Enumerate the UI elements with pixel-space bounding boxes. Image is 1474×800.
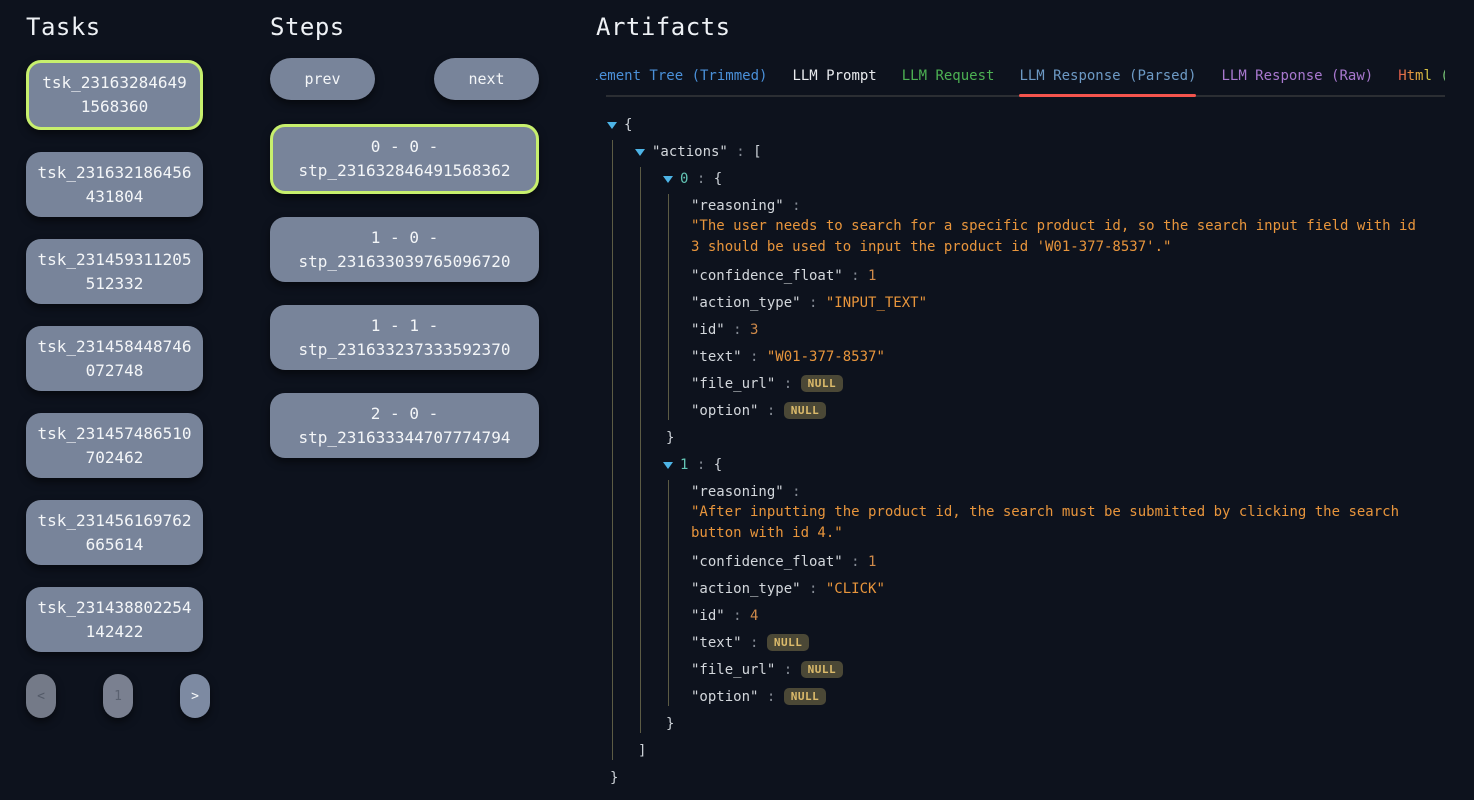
artifacts-panel: Artifacts Element Tree (Trimmed)LLM Prom…: [596, 0, 1445, 800]
step-nav: prev next: [270, 58, 539, 100]
app-root: Tasks tsk_231632846491568360 tsk_23163218…: [0, 0, 1474, 800]
json-children: "reasoning" :"After inputting the produc…: [663, 478, 1445, 710]
json-row: "file_url" : NULL: [691, 656, 1445, 683]
tab-llm-response-raw[interactable]: LLM Response (Raw): [1221, 68, 1373, 95]
pagination-page-1-button[interactable]: 1: [103, 674, 133, 718]
task-button[interactable]: tsk_231438802254142422: [26, 587, 203, 652]
json-children: "actions" : [0 : {"reasoning" :"The user…: [607, 138, 1445, 764]
json-row: "reasoning" :: [691, 478, 1445, 505]
tasks-pagination: < 1 >: [26, 674, 210, 718]
tab-llm-response-parsed[interactable]: LLM Response (Parsed): [1019, 68, 1196, 95]
json-row: "text" : "W01-377-8537": [691, 343, 1445, 370]
json-row: "confidence_float" : 1: [691, 548, 1445, 575]
json-row: "id" : 3: [691, 316, 1445, 343]
json-row: }: [607, 764, 1445, 791]
json-row: "id" : 4: [691, 602, 1445, 629]
step-button[interactable]: 0 - 0 - stp_231632846491568362: [270, 124, 539, 194]
tab-llm-prompt[interactable]: LLM Prompt: [792, 68, 876, 95]
null-badge: NULL: [767, 634, 810, 651]
json-row: }: [663, 710, 1445, 737]
null-badge: NULL: [784, 402, 827, 419]
json-row: "confidence_float" : 1: [691, 262, 1445, 289]
task-button[interactable]: tsk_231457486510702462: [26, 413, 203, 478]
steps-prev-button[interactable]: prev: [270, 58, 375, 100]
artifacts-tabbar: Element Tree (Trimmed)LLM PromptLLM Requ…: [606, 68, 1445, 97]
json-children: "reasoning" :"The user needs to search f…: [663, 192, 1445, 424]
task-button[interactable]: tsk_231456169762665614: [26, 500, 203, 565]
step-button[interactable]: 1 - 0 - stp_231633039765096720: [270, 217, 539, 282]
null-badge: NULL: [801, 661, 844, 678]
task-list: tsk_231632846491568360 tsk_23163218645643…: [26, 60, 210, 652]
tasks-panel: Tasks tsk_231632846491568360 tsk_23163218…: [26, 0, 210, 800]
task-button[interactable]: tsk_231632186456431804: [26, 152, 203, 217]
json-row: "file_url" : NULL: [691, 370, 1445, 397]
json-row: "action_type" : "CLICK": [691, 575, 1445, 602]
artifacts-title: Artifacts: [596, 13, 1445, 41]
task-button[interactable]: tsk_231459311205512332: [26, 239, 203, 304]
step-button[interactable]: 2 - 0 - stp_231633344707774794: [270, 393, 539, 458]
json-row: "text" : NULL: [691, 629, 1445, 656]
tree-caret-icon[interactable]: [663, 176, 673, 183]
json-string-value: "The user needs to search for a specific…: [691, 216, 1422, 258]
tab-html-raw[interactable]: Html (Raw): [1398, 68, 1445, 95]
json-children: 0 : {"reasoning" :"The user needs to sea…: [635, 165, 1445, 737]
tree-caret-icon[interactable]: [635, 149, 645, 156]
steps-panel: Steps prev next 0 - 0 - stp_231632846491…: [270, 0, 539, 800]
json-row: "option" : NULL: [691, 397, 1445, 424]
steps-next-button[interactable]: next: [434, 58, 539, 100]
tab-element-tree-trimmed[interactable]: Element Tree (Trimmed): [596, 68, 767, 95]
pagination-prev-button[interactable]: <: [26, 674, 56, 718]
json-row: {: [607, 111, 1445, 138]
null-badge: NULL: [784, 688, 827, 705]
json-row: ]: [635, 737, 1445, 764]
tab-llm-request[interactable]: LLM Request: [902, 68, 995, 95]
json-row: "reasoning" :: [691, 192, 1445, 219]
json-row: "option" : NULL: [691, 683, 1445, 710]
json-row: 1 : {: [663, 451, 1445, 478]
task-button[interactable]: tsk_231458448746072748: [26, 326, 203, 391]
json-tree: {"actions" : [0 : {"reasoning" :"The use…: [607, 111, 1445, 791]
json-row: "action_type" : "INPUT_TEXT": [691, 289, 1445, 316]
tree-caret-icon[interactable]: [607, 122, 617, 129]
steps-title: Steps: [270, 13, 539, 41]
tree-caret-icon[interactable]: [663, 462, 673, 469]
json-row: "actions" : [: [635, 138, 1445, 165]
pagination-next-button[interactable]: >: [180, 674, 210, 718]
json-row: 0 : {: [663, 165, 1445, 192]
step-button[interactable]: 1 - 1 - stp_231633237333592370: [270, 305, 539, 370]
active-tab-underline: [1019, 94, 1196, 97]
tasks-title: Tasks: [26, 13, 210, 41]
json-row: }: [663, 424, 1445, 451]
json-string-value: "After inputting the product id, the sea…: [691, 502, 1422, 544]
null-badge: NULL: [801, 375, 844, 392]
task-button[interactable]: tsk_231632846491568360: [26, 60, 203, 130]
step-list: 0 - 0 - stp_231632846491568362 1 - 0 - st…: [270, 124, 539, 458]
